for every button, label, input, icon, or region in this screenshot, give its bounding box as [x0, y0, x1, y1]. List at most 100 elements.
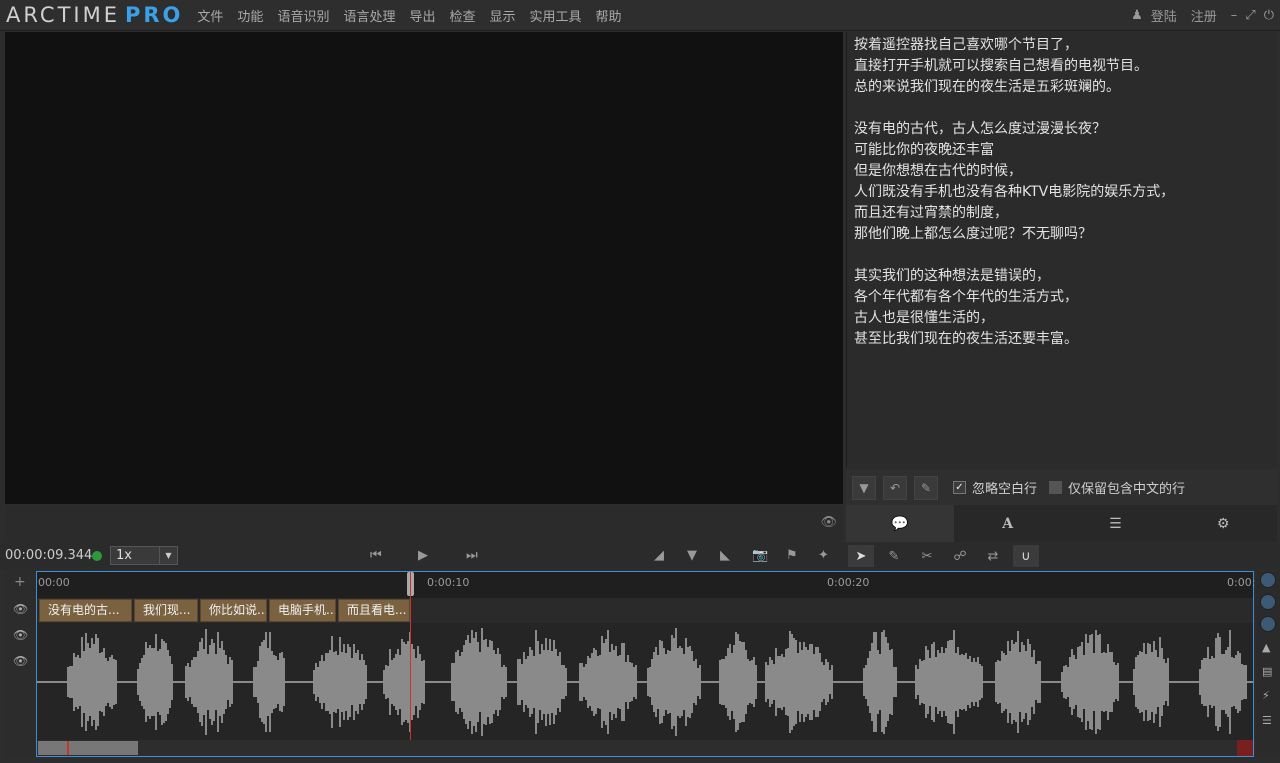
text-panel-toolbar: ▼ ↶ ✎ ✓ 忽略空白行 仅保留包含中文的行	[846, 470, 1277, 505]
status-dot	[92, 551, 102, 561]
eye-icon[interactable]: 👁	[13, 628, 28, 642]
scroll-end-marker	[1237, 740, 1253, 756]
waveform-sample	[1251, 681, 1253, 683]
script-line: 其实我们的这种想法是错误的，	[854, 268, 1050, 284]
timeline-side-controls: ▲ ▤ ⚡ ☰	[1256, 571, 1280, 757]
link-icon[interactable]: ☍	[947, 545, 973, 567]
script-line: 而且还有过宵禁的制度，	[854, 205, 1008, 221]
tab-settings[interactable]: ⚙	[1169, 505, 1277, 542]
checkbox-checked-icon[interactable]: ✓	[953, 481, 966, 494]
pointer-icon[interactable]: ➤	[848, 545, 874, 567]
menu-file[interactable]: 文件	[197, 6, 223, 25]
power-icon[interactable]: ⏻	[1264, 8, 1274, 23]
register-link[interactable]: 注册	[1191, 6, 1217, 25]
add-track-icon[interactable]: +	[14, 574, 26, 590]
list-icon[interactable]: ☰	[1262, 714, 1272, 727]
main-menu: 文件 功能 语音识别 语言处理 导出 检查 显示 实用工具 帮助	[197, 6, 635, 25]
audio-waveform[interactable]	[37, 623, 1253, 741]
volume-knob-icon[interactable]	[1260, 594, 1276, 610]
menu-tools[interactable]: 实用工具	[530, 6, 582, 25]
script-line: 那他们晚上都怎么度过呢？不无聊吗？	[854, 226, 1092, 242]
swap-icon[interactable]: ⇄	[980, 545, 1006, 567]
arctime-window: ARCTIME PRO 文件 功能 语音识别 语言处理 导出 检查 显示 实用工…	[0, 0, 1280, 763]
speed-value: 1x	[116, 548, 132, 563]
menu-help[interactable]: 帮助	[596, 6, 622, 25]
video-preview[interactable]	[5, 32, 843, 504]
ruler-label: 00:00	[38, 576, 70, 589]
script-line: 古人也是很懂生活的，	[854, 310, 994, 326]
tab-style[interactable]: A	[954, 505, 1062, 542]
skip-back-icon[interactable]: ⏮	[370, 548, 382, 563]
maximize-icon[interactable]: ⤢	[1245, 8, 1255, 23]
time-ruler[interactable]: 00:00 0:00:10 0:00:20 0:00:	[37, 572, 1256, 598]
script-line	[854, 98, 1270, 119]
scissors-icon[interactable]: ✂	[914, 545, 940, 567]
subtitle-segment[interactable]: 电脑手机...	[269, 599, 336, 622]
mark-down-icon[interactable]: ▼	[687, 548, 697, 563]
font-icon: A	[1002, 515, 1014, 532]
scrollbar-thumb[interactable]	[38, 741, 138, 755]
playhead	[410, 572, 411, 740]
menubar: ARCTIME PRO 文件 功能 语音识别 语言处理 导出 检查 显示 实用工…	[0, 0, 1280, 31]
ruler-label: 0:00:10	[427, 576, 470, 589]
gear-icon: ⚙	[1216, 515, 1230, 532]
timeline[interactable]: 00:00 0:00:10 0:00:20 0:00: 没有电的古... 我们现…	[36, 571, 1256, 757]
eye-icon[interactable]: 👁	[13, 602, 28, 616]
menu-language-processing[interactable]: 语言处理	[343, 6, 395, 25]
logo-pro-text: PRO	[124, 3, 184, 27]
subtitle-segment[interactable]: 而且看电...	[338, 599, 410, 622]
menu-display[interactable]: 显示	[490, 6, 516, 25]
menu-speech-recognition[interactable]: 语音识别	[277, 6, 329, 25]
script-text-panel[interactable]: 按着遥控器找自己喜欢哪个节目了， 直接打开手机就可以搜索自己想看的电视节目。 总…	[846, 32, 1277, 468]
magnet-icon[interactable]: ∪	[1013, 545, 1039, 567]
pen-icon[interactable]: ✎	[881, 545, 907, 567]
subtitle-segment[interactable]: 没有电的古...	[39, 599, 132, 622]
edit-icon[interactable]: ✎	[914, 475, 938, 500]
login-link[interactable]: 登陆	[1151, 6, 1177, 25]
transport-bar: 00:00:09.344 1x ▼ ⏮ ▶ ⏭ ◢ ▼ ◣ 📷 ⚑ ✦ ➤ ✎ …	[0, 543, 1280, 570]
collapse-icon[interactable]: ▼	[852, 475, 876, 500]
skip-forward-icon[interactable]: ⏭	[466, 548, 478, 563]
script-line: 但是你想想在古代的时候，	[854, 163, 1022, 179]
eye-icon[interactable]: 👁	[820, 515, 837, 530]
keep-chinese-label: 仅保留包含中文的行	[1068, 482, 1186, 497]
bar-chart-icon[interactable]: ▤	[1262, 665, 1272, 678]
volume-knob-icon[interactable]	[1260, 572, 1276, 588]
tab-list[interactable]: ☰	[1062, 505, 1170, 542]
camera-icon[interactable]: 📷	[752, 548, 768, 563]
keep-chinese-checkbox[interactable]: 仅保留包含中文的行	[1049, 478, 1185, 497]
user-icon: ♟	[1131, 8, 1143, 23]
app-logo: ARCTIME PRO	[0, 3, 183, 27]
volume-knob-icon[interactable]	[1260, 616, 1276, 632]
bookmark-icon[interactable]: ⚑	[786, 548, 798, 563]
subtitle-segment[interactable]: 你比如说...	[200, 599, 267, 622]
mark-out-icon[interactable]: ◣	[720, 548, 730, 563]
script-line: 按着遥控器找自己喜欢哪个节目了，	[854, 37, 1078, 53]
tab-comments[interactable]: 💬	[846, 505, 954, 542]
minimize-icon[interactable]: –	[1231, 8, 1238, 23]
track-headers: + 👁 👁 👁	[5, 571, 36, 757]
menu-export[interactable]: 导出	[409, 6, 435, 25]
waveform-icon[interactable]: ▲	[1262, 641, 1270, 654]
play-icon[interactable]: ▶	[418, 548, 428, 563]
undo-icon[interactable]: ↶	[883, 475, 907, 500]
eye-icon[interactable]: 👁	[13, 654, 28, 668]
script-line: 总的来说我们现在的夜生活是五彩斑斓的。	[854, 79, 1120, 95]
chevron-down-icon[interactable]: ▼	[159, 547, 177, 564]
lightning-icon[interactable]: ⚡	[1262, 689, 1270, 702]
timecode: 00:00:09.344	[5, 548, 93, 563]
timeline-scrollbar[interactable]	[37, 740, 1253, 756]
menu-function[interactable]: 功能	[237, 6, 263, 25]
script-line: 可能比你的夜晚还丰富	[854, 142, 994, 158]
speed-select[interactable]: 1x ▼	[110, 546, 178, 565]
script-line: 人们既没有手机也没有各种KTV电影院的娱乐方式，	[854, 184, 1175, 200]
subtitle-segment[interactable]: 我们现...	[134, 599, 198, 622]
mark-in-icon[interactable]: ◢	[654, 548, 664, 563]
menu-check[interactable]: 检查	[449, 6, 475, 25]
checkbox-unchecked-icon[interactable]	[1049, 481, 1063, 494]
ignore-blank-checkbox[interactable]: ✓ 忽略空白行	[953, 478, 1037, 497]
ruler-label: 0:00:	[1227, 576, 1256, 589]
window-controls: ♟ 登陆 注册 – ⤢ ⏻	[1123, 0, 1274, 31]
magic-wand-icon[interactable]: ✦	[818, 548, 829, 563]
subtitle-track[interactable]: 没有电的古... 我们现... 你比如说... 电脑手机... 而且看电...	[37, 598, 1253, 623]
